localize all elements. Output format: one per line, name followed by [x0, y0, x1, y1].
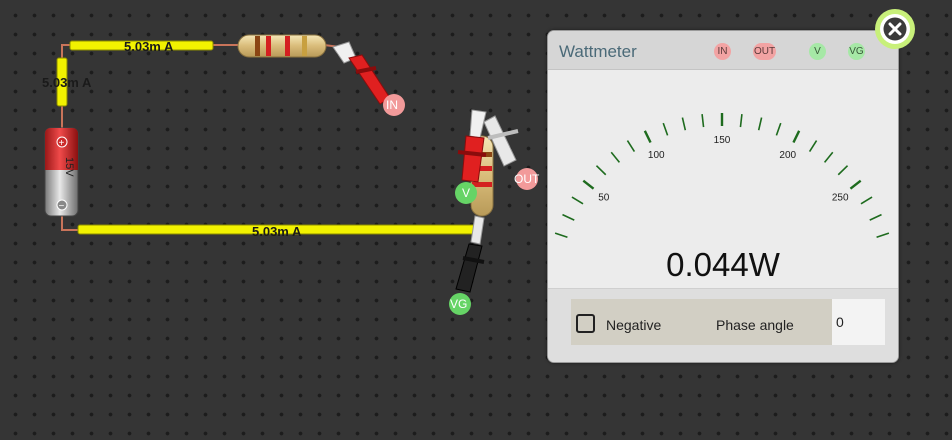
gauge-ticks: [554, 113, 890, 239]
gauge-scale-label: 200: [779, 150, 796, 161]
gauge-tick: [792, 130, 801, 144]
gauge-scale-label: 100: [648, 150, 665, 161]
gauge-tick: [571, 196, 584, 205]
phase-angle-label: Phase angle: [716, 317, 794, 333]
gauge-tick: [562, 213, 575, 221]
negative-checkbox[interactable]: [576, 314, 595, 333]
gauge-tick: [681, 117, 687, 131]
gauge-tick: [582, 179, 595, 190]
wattmeter-terminal-out: OUT: [753, 43, 776, 60]
wattmeter-reading: 0.044W: [666, 246, 780, 283]
wattmeter-gauge: 050100150200250300: [554, 113, 890, 239]
gauge-tick: [823, 151, 834, 163]
wattmeter-panel[interactable]: Wattmeter IN OUT V VG 050100150200250300…: [547, 30, 899, 363]
out-probe-label: OUT: [514, 172, 540, 186]
in-probe-label: IN: [386, 98, 398, 112]
phase-angle-input[interactable]: [832, 299, 885, 345]
wattmeter-header[interactable]: Wattmeter IN OUT V VG: [548, 31, 898, 70]
gauge-scale-label: 150: [714, 135, 731, 146]
gauge-tick: [662, 122, 669, 136]
close-button[interactable]: [874, 8, 916, 50]
vg-probe-label: VG: [450, 297, 467, 311]
battery[interactable]: + − 15V: [44, 127, 79, 217]
gauge-tick: [701, 114, 705, 128]
gauge-tick: [739, 114, 743, 128]
gauge-labels: 050100150200250300: [598, 135, 849, 204]
negative-label: Negative: [606, 317, 662, 333]
v-probe-label: V: [462, 186, 470, 200]
in-probe[interactable]: IN: [332, 41, 405, 116]
wattmeter-terminal-in: IN: [714, 43, 731, 60]
gauge-tick: [808, 140, 818, 152]
wire-top-current-label: 5.03m A: [124, 39, 174, 54]
resistor-top[interactable]: [237, 34, 327, 58]
wattmeter-terminal-vg: VG: [848, 43, 865, 60]
wattmeter-title: Wattmeter: [559, 42, 637, 61]
wattmeter-controls: Negative Phase angle: [571, 299, 885, 345]
battery-voltage-label: 15V: [63, 157, 75, 177]
gauge-tick: [860, 196, 873, 205]
wire-bottom-current-label: 5.03m A: [252, 224, 302, 239]
wattmeter-terminal-v: V: [809, 43, 826, 60]
gauge-tick: [595, 165, 607, 176]
gauge-tick: [643, 130, 652, 144]
gauge-tick: [626, 140, 636, 152]
gauge-tick: [849, 179, 862, 190]
gauge-tick: [554, 232, 568, 239]
gauge-scale-label: 250: [832, 193, 849, 204]
wattmeter-footer: Negative Phase angle: [548, 288, 898, 362]
battery-minus-symbol: −: [59, 201, 65, 212]
gauge-tick: [775, 122, 782, 136]
gauge-scale-label: 50: [598, 193, 610, 204]
battery-plus-symbol: +: [59, 138, 65, 149]
gauge-tick: [757, 117, 763, 131]
gauge-tick: [610, 151, 621, 163]
gauge-tick: [837, 165, 849, 176]
gauge-tick: [876, 232, 890, 239]
copper-leads: [61, 44, 341, 231]
wire-left-current-label: 5.03m A: [42, 75, 92, 90]
gauge-tick: [869, 213, 882, 221]
